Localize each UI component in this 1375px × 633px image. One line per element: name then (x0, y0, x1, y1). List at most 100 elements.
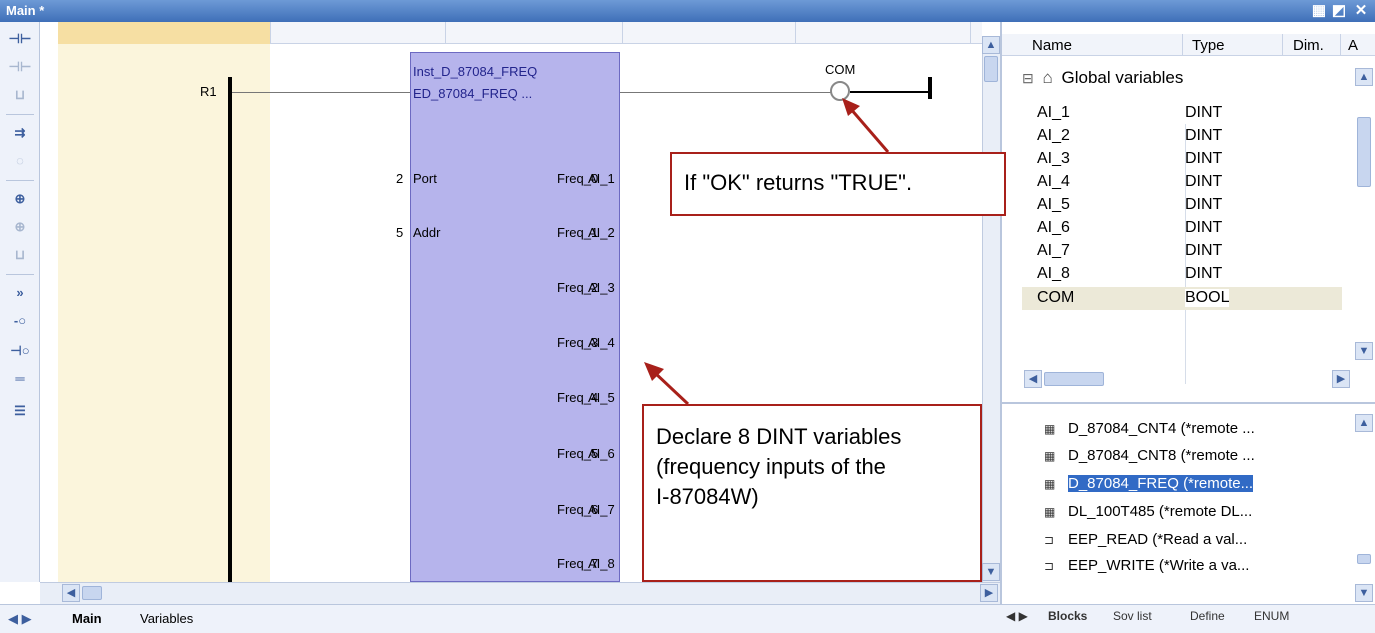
group-label: Global variables (1061, 68, 1184, 87)
scroll-thumb[interactable] (82, 586, 102, 600)
rung-line (620, 92, 832, 93)
window-title: Main * (6, 3, 45, 18)
tab-enum[interactable]: ENUM (1254, 609, 1289, 623)
ld-toolbar: ⊣⊢ ⊣⊢ ⊔ ⇉ ◌ ⊕ ⊕ ⊔ » -○ ⊣○ ═ ☰ (0, 22, 40, 582)
output-variable[interactable]: AI_6 (588, 446, 615, 461)
scroll-down-icon[interactable]: ▼ (1355, 342, 1373, 360)
tab-blocks[interactable]: Blocks (1048, 609, 1087, 623)
variable-row[interactable]: AI_2 DINT (1022, 125, 1342, 148)
editor-vertical-scrollbar[interactable]: ▲ ▼ (982, 36, 1000, 582)
function-icon: ⊐ (1044, 559, 1055, 573)
scroll-down-icon[interactable]: ▼ (1355, 584, 1373, 602)
block-item[interactable]: DL_100T485 (*remote DL... (1068, 503, 1252, 520)
blocks-panel: ▦ D_87084_CNT4 (*remote ... ▦ D_87084_CN… (1000, 402, 1375, 604)
loop-icon[interactable]: ◌ (8, 150, 32, 172)
variable-row-selected[interactable]: COM BOOL (1022, 287, 1342, 310)
output-variable[interactable]: AI_4 (588, 335, 615, 350)
tab-nav-icon[interactable]: ◀ ▶ (8, 611, 32, 627)
variables-header: Name Type Dim. A (1002, 34, 1375, 56)
contact-before-icon[interactable]: ⊣⊢ (8, 56, 32, 78)
function-block-icon: ▦ (1044, 477, 1056, 491)
contact-icon[interactable]: ⊣⊢ (8, 28, 32, 50)
home-icon: ⌂ (1042, 68, 1053, 87)
scroll-left-icon[interactable]: ◀ (1024, 370, 1042, 388)
block-icon[interactable]: ⊕ (8, 188, 32, 210)
coil-icon[interactable]: -○ (8, 310, 32, 332)
tab-variables[interactable]: Variables (140, 611, 193, 626)
scroll-thumb[interactable] (984, 56, 998, 82)
scroll-thumb[interactable] (1357, 117, 1371, 187)
block-before-icon[interactable]: ⊕ (8, 216, 32, 238)
horizontal-line-icon[interactable]: ⇉ (8, 122, 32, 144)
output-variable[interactable]: AI_8 (588, 556, 615, 571)
declare-callout-line: (frequency inputs of the (656, 454, 886, 479)
contact-coil-icon[interactable]: ⊣○ (8, 340, 32, 362)
variable-row[interactable]: AI_3 DINT (1022, 148, 1342, 171)
variable-row[interactable]: AI_1 DINT (1022, 102, 1342, 125)
column-dim[interactable]: Dim. (1293, 37, 1324, 54)
jump-icon[interactable]: » (8, 282, 32, 304)
right-power-rail (928, 77, 932, 99)
collapse-icon[interactable]: ⊟ (1022, 70, 1034, 86)
tab-prev-icon[interactable]: ◀ ▶ (1006, 609, 1028, 623)
toolbar-separator (6, 114, 34, 115)
function-block-icon: ▦ (1044, 422, 1056, 436)
variable-row[interactable]: AI_8 DINT (1022, 263, 1342, 286)
tab-define[interactable]: Define (1190, 609, 1225, 623)
rung-line (850, 91, 930, 93)
parallel-block-icon[interactable]: ⊔ (8, 244, 32, 266)
function-block-icon: ▦ (1044, 449, 1056, 463)
function-block-icon: ▦ (1044, 505, 1056, 519)
editor-horizontal-scrollbar[interactable]: ◀ ▶ (40, 582, 1000, 604)
output-variable[interactable]: AI_3 (588, 280, 615, 295)
declare-callout-line: Declare 8 DINT variables (656, 424, 902, 449)
fb-instance-name: Inst_D_87084_FREQ (413, 64, 538, 79)
blocks-tabs: ◀ ▶ Blocks Sov list Define ENUM (1000, 604, 1375, 633)
tab-main[interactable]: Main (72, 611, 102, 626)
rung-icon[interactable]: ═ (8, 368, 32, 390)
tile-icon[interactable]: ▦ (1310, 2, 1328, 20)
block-item-selected[interactable]: D_87084_FREQ (*remote... (1068, 475, 1254, 492)
scroll-up-icon[interactable]: ▲ (1355, 414, 1373, 432)
rung-comment-icon[interactable]: ☰ (8, 400, 32, 422)
scroll-right-icon[interactable]: ▶ (1332, 370, 1350, 388)
function-icon: ⊐ (1044, 533, 1055, 547)
rung-line (232, 92, 410, 93)
input-value[interactable]: 5 (396, 225, 403, 240)
scroll-up-icon[interactable]: ▲ (1355, 68, 1373, 86)
scroll-thumb[interactable] (1357, 554, 1371, 564)
output-variable[interactable]: AI_7 (588, 502, 615, 517)
toolbar-separator (6, 180, 34, 181)
scroll-up-icon[interactable]: ▲ (982, 36, 1000, 54)
edit-icon[interactable]: ◩ (1330, 2, 1348, 20)
variable-row[interactable]: AI_7 DINT (1022, 240, 1342, 263)
block-item[interactable]: EEP_READ (*Read a val... (1068, 531, 1247, 548)
scroll-left-icon[interactable]: ◀ (62, 584, 80, 602)
corner-header (58, 22, 270, 44)
block-item[interactable]: EEP_WRITE (*Write a va... (1068, 557, 1249, 574)
column-type[interactable]: Type (1192, 37, 1225, 54)
output-variable[interactable]: AI_1 (588, 171, 615, 186)
toolbar-separator (6, 274, 34, 275)
sheet-tabs: ◀ ▶ Main Variables (0, 604, 1000, 633)
variable-row[interactable]: AI_6 DINT (1022, 217, 1342, 240)
variables-panel: ▼ Name Type Dim. A ⊟ ⌂ Global variables … (1000, 22, 1375, 402)
scroll-right-icon[interactable]: ▶ (980, 584, 998, 602)
coil-icon[interactable] (830, 81, 850, 101)
tab-sov-list[interactable]: Sov list (1113, 609, 1152, 623)
variable-row[interactable]: AI_5 DINT (1022, 194, 1342, 217)
scroll-down-icon[interactable]: ▼ (982, 563, 1000, 581)
variable-row[interactable]: AI_4 DINT (1022, 171, 1342, 194)
output-variable[interactable]: AI_5 (588, 390, 615, 405)
input-value[interactable]: 2 (396, 171, 403, 186)
output-variable[interactable]: AI_2 (588, 225, 615, 240)
coil-label: COM (825, 62, 856, 77)
column-name[interactable]: Name (1032, 37, 1072, 54)
parallel-contact-icon[interactable]: ⊔ (8, 84, 32, 106)
scroll-thumb[interactable] (1044, 372, 1104, 386)
block-item[interactable]: D_87084_CNT8 (*remote ... (1068, 447, 1255, 464)
column-attr[interactable]: A (1348, 37, 1358, 54)
block-item[interactable]: D_87084_CNT4 (*remote ... (1068, 420, 1255, 437)
group-row[interactable]: ⊟ ⌂ Global variables (1022, 68, 1183, 88)
close-icon[interactable]: ✕ (1352, 2, 1370, 20)
